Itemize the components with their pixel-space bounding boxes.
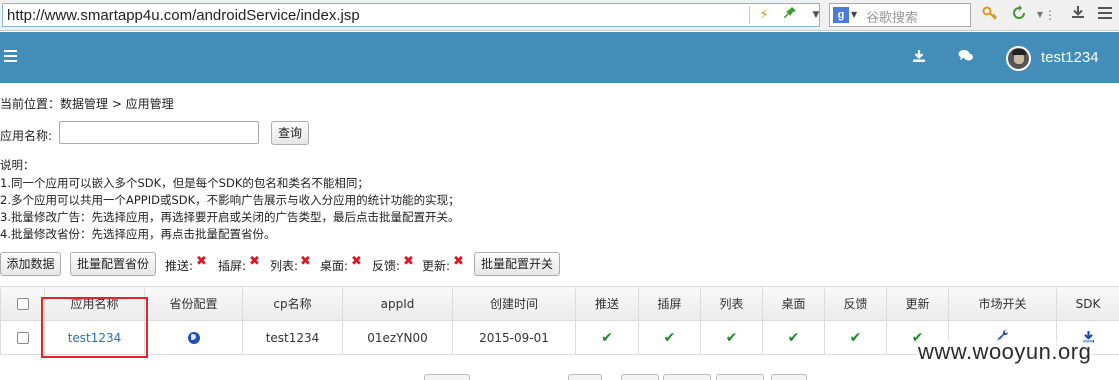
- pager-button[interactable]: [771, 374, 807, 380]
- toggle-list-x-icon[interactable]: ✖: [300, 255, 311, 269]
- col-province: 省份配置: [144, 286, 243, 321]
- toggle-desktop-x-icon[interactable]: ✖: [351, 255, 362, 269]
- note-2: 2.多个应用可以共用一个APPID或SDK，不影响广告展示与收入分应用的统计功能…: [0, 193, 460, 207]
- app-name-input[interactable]: [59, 121, 259, 144]
- search-engine-dropdown-icon[interactable]: ▼: [851, 10, 857, 19]
- breadcrumb: 当前位置：数据管理 > 应用管理: [0, 97, 174, 111]
- browser-toolbar: http://www.smartapp4u.com/androidService…: [0, 0, 1119, 31]
- key-icon[interactable]: [980, 5, 1000, 25]
- avatar[interactable]: [1006, 46, 1031, 71]
- interstitial-check-icon[interactable]: ✔: [664, 330, 676, 346]
- notes-title: 说明：: [0, 158, 35, 172]
- url-dropdown-icon[interactable]: ▼: [807, 6, 825, 24]
- col-update: 更新: [886, 286, 949, 321]
- col-desktop: 桌面: [762, 286, 825, 321]
- add-data-button[interactable]: 添加数据: [0, 252, 61, 276]
- select-all-cell: [0, 286, 45, 321]
- globe-icon[interactable]: [187, 332, 200, 344]
- toggle-push-label: 推送:: [165, 259, 194, 273]
- created-cell: 2015-09-01: [452, 320, 576, 355]
- pager-button[interactable]: [716, 374, 764, 380]
- col-feedback: 反馈: [824, 286, 887, 321]
- batch-province-button[interactable]: 批量配置省份: [70, 252, 156, 276]
- username[interactable]: test1234: [1041, 49, 1099, 66]
- download-icon[interactable]: [912, 49, 930, 65]
- google-icon[interactable]: g: [833, 7, 849, 23]
- toggle-update-x-icon[interactable]: ✖: [453, 255, 464, 269]
- app-name-label: 应用名称:: [0, 129, 53, 143]
- highlight-box: [41, 297, 148, 358]
- pin-icon[interactable]: [781, 6, 799, 24]
- search-engine-box[interactable]: g ▼ 谷歌搜索: [829, 3, 971, 27]
- menu-toggle-icon[interactable]: [4, 50, 17, 62]
- toggle-interstitial-x-icon[interactable]: ✖: [249, 255, 260, 269]
- feedback-check-icon[interactable]: ✔: [850, 330, 862, 346]
- note-4: 4.批量修改省份：先选择应用，再点击批量配置省份。: [0, 227, 276, 241]
- refresh-icon[interactable]: [1009, 5, 1029, 25]
- table-header-row: 应用名称 省份配置 cp名称 appId 创建时间 推送 插屏 列表 桌面 反馈…: [0, 286, 1119, 321]
- col-list: 列表: [700, 286, 763, 321]
- bolt-icon[interactable]: ⚡: [755, 6, 773, 24]
- col-app-id: appId: [342, 286, 453, 321]
- pager-button[interactable]: [663, 374, 711, 380]
- url-text[interactable]: http://www.smartapp4u.com/androidService…: [7, 7, 360, 24]
- app-id-cell: 01ezYN00: [342, 320, 453, 355]
- chat-icon[interactable]: [958, 49, 976, 65]
- toggle-feedback-x-icon[interactable]: ✖: [403, 255, 414, 269]
- push-check-icon[interactable]: ✔: [601, 330, 613, 346]
- toggle-feedback-label: 反馈:: [372, 259, 401, 273]
- col-push: 推送: [575, 286, 639, 321]
- query-button[interactable]: 查询: [271, 121, 309, 145]
- pager-select-2[interactable]: [568, 374, 602, 380]
- cp-name-cell: test1234: [242, 320, 343, 355]
- col-market-switch: 市场开关: [948, 286, 1057, 321]
- toggle-interstitial-label: 插屏:: [218, 259, 247, 273]
- note-1: 1.同一个应用可以嵌入多个SDK，但是每个SDK的包名和类名不能相同；: [0, 176, 369, 190]
- col-created: 创建时间: [452, 286, 576, 321]
- col-interstitial: 插屏: [638, 286, 701, 321]
- note-3: 3.批量修改广告：先选择应用，再选择要开启或关闭的广告类型，最后点击批量配置开关…: [0, 210, 460, 224]
- watermark: www.wooyun.org: [916, 339, 1094, 365]
- select-all-checkbox[interactable]: [16, 298, 29, 310]
- download-icon[interactable]: [1068, 5, 1088, 25]
- col-cp-name: cp名称: [242, 286, 343, 321]
- desktop-check-icon[interactable]: ✔: [788, 330, 800, 346]
- row-checkbox[interactable]: [16, 332, 29, 344]
- list-check-icon[interactable]: ✔: [726, 330, 738, 346]
- more-icon[interactable]: ⋮: [1040, 5, 1060, 25]
- address-bar[interactable]: http://www.smartapp4u.com/androidService…: [2, 3, 820, 27]
- pager-button[interactable]: [621, 374, 659, 380]
- batch-switch-button[interactable]: 批量配置开关: [474, 252, 560, 276]
- toggle-desktop-label: 桌面:: [320, 259, 349, 273]
- toggle-update-label: 更新:: [422, 259, 451, 273]
- search-placeholder[interactable]: 谷歌搜索: [866, 7, 918, 26]
- pager-select[interactable]: [424, 374, 470, 380]
- menu-icon[interactable]: [1095, 5, 1115, 25]
- toggle-push-x-icon[interactable]: ✖: [196, 255, 207, 269]
- col-sdk: SDK: [1056, 286, 1119, 321]
- app-header: test1234: [0, 32, 1119, 83]
- toggle-list-label: 列表:: [270, 259, 299, 273]
